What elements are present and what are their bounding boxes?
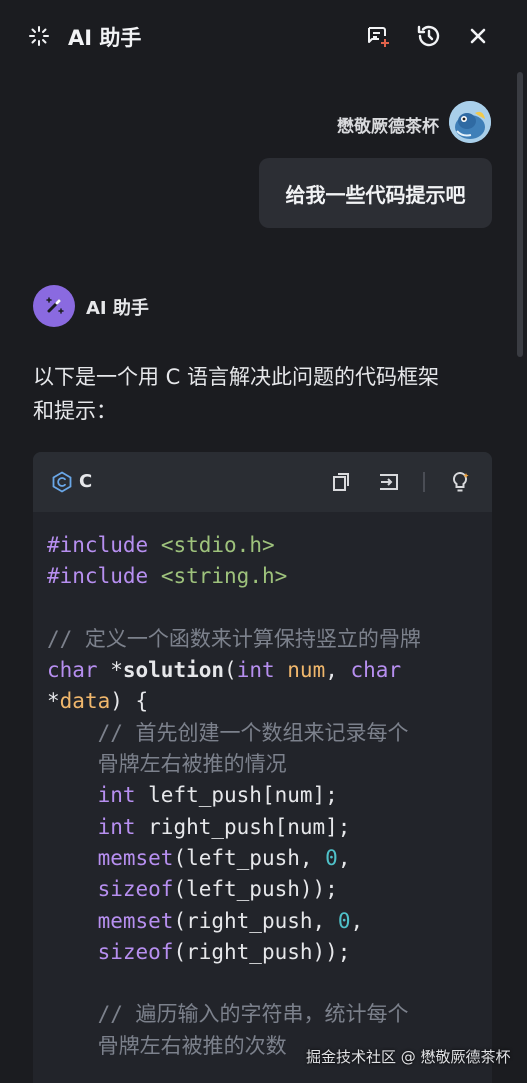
copy-icon — [333, 473, 349, 491]
code-line: int right_push[num]; — [97, 814, 351, 839]
c-language-icon — [52, 471, 72, 493]
history-button[interactable] — [415, 22, 443, 50]
panel-title: AI 助手 — [68, 26, 142, 50]
scrollbar[interactable] — [517, 72, 523, 357]
code-line: memset(right_push, 0, — [97, 908, 364, 933]
insert-code-button[interactable] — [376, 469, 402, 495]
code-block: C #include <stdio.h> #include <string.h>… — [33, 452, 492, 1083]
watermark: 掘金技术社区 @ 懋敬厥德茶杯 — [306, 1048, 511, 1066]
code-line: 骨牌左右被推的情况 — [47, 752, 287, 777]
new-chat-icon — [368, 27, 389, 47]
code-content: #include <stdio.h> #include <string.h> /… — [47, 530, 421, 1062]
code-line: int left_push[num]; — [97, 783, 338, 808]
code-line: // 遍历输入的字符串，统计每个 — [47, 1002, 409, 1027]
code-line: #include <stdio.h> — [47, 533, 275, 557]
avatar-image — [449, 101, 491, 143]
close-icon — [470, 28, 486, 44]
code-line: #include <string.h> — [47, 564, 288, 589]
copy-code-button[interactable] — [328, 469, 354, 495]
ai-name: AI 助手 — [86, 298, 149, 319]
close-button[interactable] — [464, 22, 492, 50]
code-line: // 定义一个函数来计算保持竖立的骨牌 — [47, 626, 421, 651]
lightbulb-icon — [452, 471, 469, 492]
insert-icon — [380, 474, 398, 490]
code-line: memset(left_push, 0, — [97, 845, 351, 870]
explain-code-button[interactable] — [447, 469, 473, 495]
panel-header: AI 助手 — [0, 0, 527, 72]
code-line: // 首先创建一个数组来记录每个 — [47, 720, 409, 745]
code-line: sizeof(left_push)); — [97, 877, 338, 902]
code-line: *data) { — [47, 689, 149, 714]
user-name: 懋敬厥德茶杯 — [337, 117, 439, 137]
code-language-label: C — [79, 471, 93, 492]
toolbar-divider — [423, 472, 425, 492]
ai-intro-text: 以下是一个用 C 语言解决此问题的代码框架和提示： — [33, 365, 440, 423]
code-block-header: C — [33, 452, 492, 512]
ai-avatar — [33, 285, 75, 327]
code-line: sizeof(right_push)); — [97, 939, 351, 964]
sparkle-icon — [29, 26, 49, 46]
code-line: char *solution(int num, char — [47, 658, 402, 683]
new-chat-button[interactable] — [364, 22, 392, 50]
magic-wand-icon — [46, 297, 64, 314]
history-icon — [417, 25, 440, 47]
user-message-bubble: 给我一些代码提示吧 — [259, 158, 492, 228]
code-line: 骨牌左右被推的次数 — [47, 1033, 287, 1058]
user-avatar[interactable] — [449, 101, 491, 143]
